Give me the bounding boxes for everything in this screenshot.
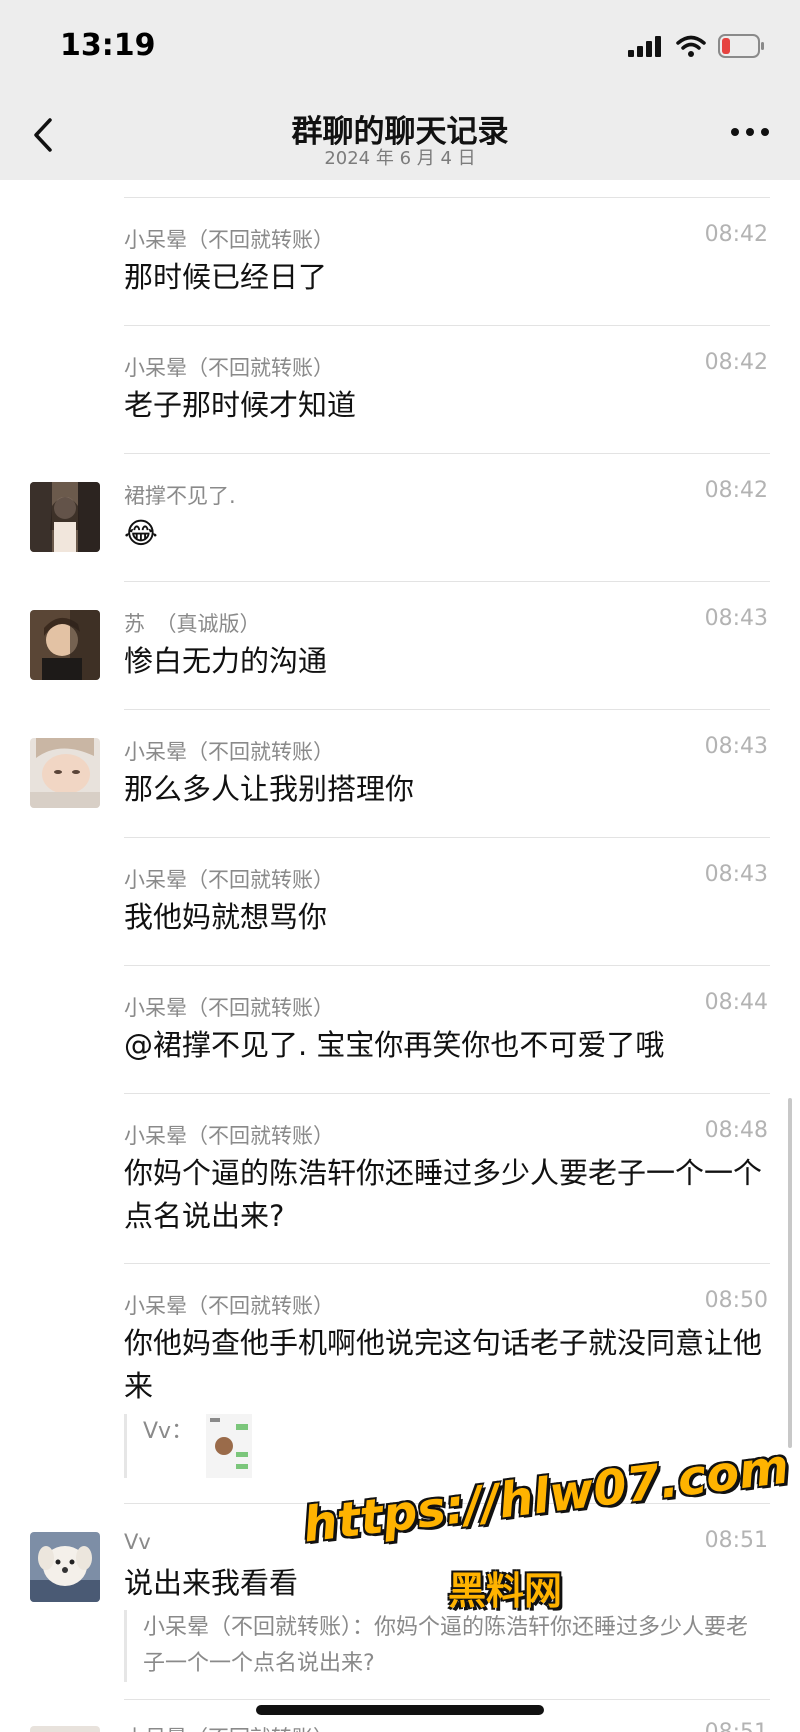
message-time: 08:50 [704, 1288, 768, 1313]
message-text: 说出来我看看 [124, 1566, 299, 1600]
message-text: 惨白无力的沟通 [124, 644, 328, 678]
list-item[interactable]: 小呆晕（不回就转账） 08:42 那时候已经日了 [0, 198, 800, 326]
message-sender: 小呆晕（不回就转账） [124, 1124, 334, 1148]
message-text: @裙撑不见了. 宝宝你再笑你也不可爱了哦 [124, 1028, 665, 1062]
chat-record-list: 小呆晕（不回就转账） 08:42 那时候已经日了 小呆晕（不回就转账） 08:4… [0, 180, 800, 1732]
message-sender: 裙撑不见了. [124, 484, 236, 508]
list-item[interactable]: 小呆晕（不回就转账） 08:43 那么多人让我别搭理你 [0, 710, 800, 838]
message-sender: Vv [124, 1530, 151, 1554]
list-item[interactable]: 裙撑不见了. 08:42 😂 [0, 454, 800, 582]
avatar[interactable] [30, 738, 100, 808]
list-item[interactable]: Vv 08:51 说出来我看看 小呆晕（不回就转账）：你妈个逼的陈浩轩你还睡过多… [0, 1504, 800, 1700]
message-time: 08:51 [704, 1528, 768, 1553]
list-item[interactable]: 小呆晕（不回就转账） 08:50 你他妈查他手机啊他说完这句话老子就没同意让他来… [0, 1264, 800, 1504]
message-text: 那么多人让我别搭理你 [124, 772, 415, 806]
message-sender: 小呆晕（不回就转账） [124, 356, 334, 380]
quoted-message[interactable]: Vv： [124, 1414, 769, 1478]
message-text: 老子那时候才知道 [124, 388, 357, 422]
status-bar: 13:19 [0, 0, 800, 96]
more-options-icon[interactable] [730, 126, 770, 138]
list-item[interactable]: 小呆晕（不回就转账） 08:48 你妈个逼的陈浩轩你还睡过多少人要老子一个一个点… [0, 1094, 800, 1264]
status-icons [628, 34, 766, 58]
message-sender: 小呆晕（不回就转账） [124, 868, 334, 892]
avatar[interactable] [30, 610, 100, 680]
message-sender: 苏 （真诚版） [124, 612, 261, 636]
quote-image-thumbnail[interactable] [206, 1414, 253, 1478]
message-text: 你他妈查他手机啊他说完这句话老子就没同意让他来 [124, 1326, 763, 1403]
message-time: 08:43 [704, 606, 768, 631]
list-item[interactable]: 小呆晕（不回就转账） 08:42 老子那时候才知道 [0, 326, 800, 454]
message-time: 08:42 [704, 478, 768, 503]
message-time: 08:48 [704, 1118, 768, 1143]
message-time: 08:43 [704, 862, 768, 887]
home-indicator[interactable] [256, 1705, 544, 1715]
avatar[interactable] [30, 1532, 100, 1602]
message-text: 你妈个逼的陈浩轩你还睡过多少人要老子一个一个点名说出来? [124, 1156, 763, 1233]
signal-icon [628, 36, 661, 57]
list-item[interactable]: 小呆晕（不回就转账） 08:44 @裙撑不见了. 宝宝你再笑你也不可爱了哦 [0, 966, 800, 1094]
message-sender: 小呆晕（不回就转账） [124, 1722, 334, 1732]
list-item[interactable] [0, 180, 800, 198]
avatar[interactable] [30, 482, 100, 552]
message-time: 08:43 [704, 734, 768, 759]
page-date: 2024 年 6 月 4 日 [324, 148, 476, 169]
list-item[interactable]: 苏 （真诚版） 08:43 惨白无力的沟通 [0, 582, 800, 710]
quote-text: 小呆晕（不回就转账）：你妈个逼的陈浩轩你还睡过多少人要老子一个一个点名说出来? [143, 1615, 749, 1676]
message-time: 08:42 [704, 222, 768, 247]
battery-icon [718, 34, 764, 58]
quoted-message[interactable]: 小呆晕（不回就转账）：你妈个逼的陈浩轩你还睡过多少人要老子一个一个点名说出来? [124, 1610, 769, 1682]
avatar[interactable] [30, 1726, 100, 1732]
message-sender: 小呆晕（不回就转账） [124, 740, 334, 764]
quote-author: Vv： [143, 1419, 194, 1444]
message-sender: 小呆晕（不回就转账） [124, 996, 334, 1020]
message-time: 08:44 [704, 990, 768, 1015]
message-text: 😂 [124, 516, 158, 550]
message-text: 我他妈就想骂你 [124, 900, 328, 934]
status-time: 13:19 [60, 28, 156, 63]
message-text: 那时候已经日了 [124, 260, 328, 294]
message-sender: 小呆晕（不回就转账） [124, 1294, 334, 1318]
message-time: 08:42 [704, 350, 768, 375]
scrollbar-thumb[interactable] [788, 1098, 792, 1448]
navigation-bar: 群聊的聊天记录 2024 年 6 月 4 日 [0, 96, 800, 180]
wifi-icon [676, 35, 706, 57]
message-time: 08:51 [705, 1720, 768, 1732]
list-item[interactable]: 小呆晕（不回就转账） 08:43 我他妈就想骂你 [0, 838, 800, 966]
message-sender: 小呆晕（不回就转账） [124, 228, 334, 252]
